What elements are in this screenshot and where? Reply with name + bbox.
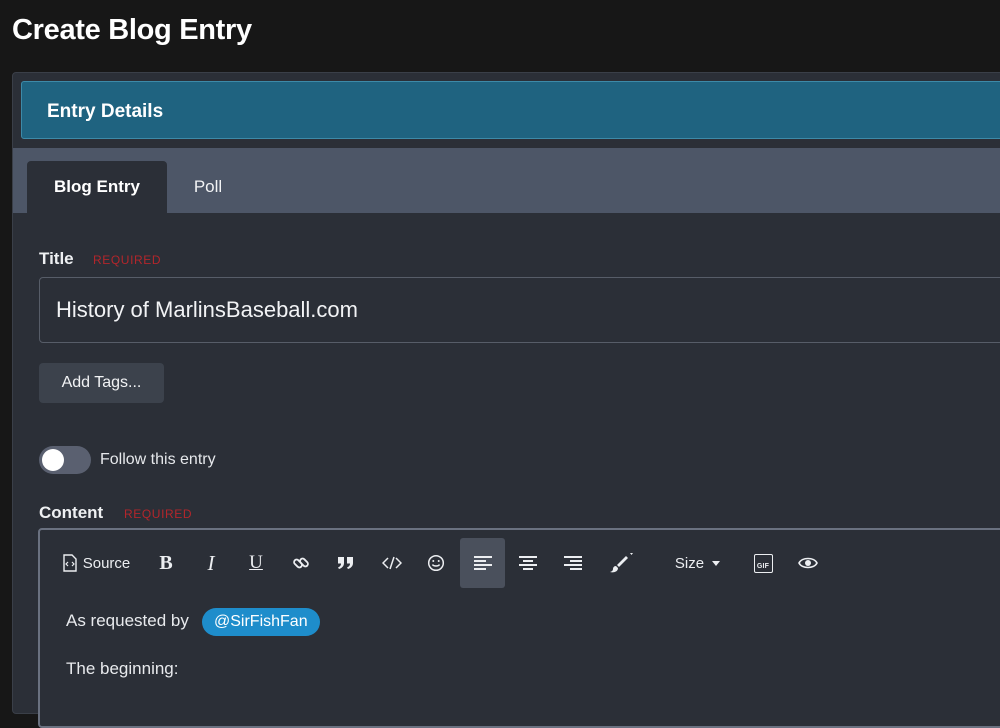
size-label: Size <box>674 554 705 572</box>
paint-brush-icon <box>608 552 636 574</box>
title-input[interactable]: History of MarlinsBaseball.com <box>39 277 1000 343</box>
source-label: Source <box>82 554 131 572</box>
page-title: Create Blog Entry <box>12 14 252 46</box>
align-right-button[interactable] <box>552 538 594 588</box>
link-button[interactable] <box>281 538 321 588</box>
title-label: Title <box>39 249 74 268</box>
entry-details-header: Entry Details <box>21 81 1000 139</box>
italic-icon: I <box>207 550 215 575</box>
emoji-button[interactable] <box>416 538 456 588</box>
underline-icon: U <box>249 552 263 573</box>
tab-strip: Blog Entry Poll <box>13 148 1000 213</box>
text-color-button[interactable] <box>600 538 644 588</box>
code-button[interactable] <box>371 538 413 588</box>
bold-button[interactable]: B <box>146 538 186 588</box>
tab-blog-entry[interactable]: Blog Entry <box>27 161 167 213</box>
tab-poll[interactable]: Poll <box>188 161 228 213</box>
align-left-icon <box>473 555 493 571</box>
size-dropdown[interactable]: Size <box>665 538 730 588</box>
preview-eye-icon <box>798 556 818 570</box>
gif-button[interactable]: GIF <box>744 538 782 588</box>
add-tags-button[interactable]: Add Tags... <box>39 363 164 403</box>
code-icon <box>382 556 402 570</box>
preview-button[interactable] <box>788 538 828 588</box>
content-label: Content <box>39 503 104 522</box>
user-mention-chip[interactable]: @SirFishFan <box>202 608 320 636</box>
toggle-knob <box>42 449 64 471</box>
source-icon <box>62 554 78 572</box>
title-required-badge: REQUIRED <box>93 253 162 267</box>
emoji-icon <box>427 554 445 572</box>
content-required-badge: REQUIRED <box>124 507 193 521</box>
align-center-icon <box>518 555 538 571</box>
italic-button[interactable]: I <box>191 538 231 588</box>
align-center-button[interactable] <box>507 538 549 588</box>
bold-icon: B <box>159 551 173 574</box>
content-line-2: The beginning: <box>66 659 179 678</box>
quote-button[interactable] <box>326 538 366 588</box>
link-icon <box>292 554 310 572</box>
chevron-down-icon <box>712 560 721 566</box>
gif-icon-label: GIF <box>756 562 770 570</box>
follow-entry-label: Follow this entry <box>100 451 216 468</box>
follow-entry-toggle[interactable] <box>39 446 91 474</box>
content-line-1: As requested by <box>66 611 189 630</box>
align-right-icon <box>563 555 583 571</box>
source-button[interactable]: Source <box>56 538 136 588</box>
gif-icon: GIF <box>753 553 773 573</box>
align-left-button[interactable] <box>460 538 505 588</box>
underline-button[interactable]: U <box>236 538 276 588</box>
entry-details-title: Entry Details <box>47 101 164 122</box>
quote-icon <box>337 556 355 570</box>
